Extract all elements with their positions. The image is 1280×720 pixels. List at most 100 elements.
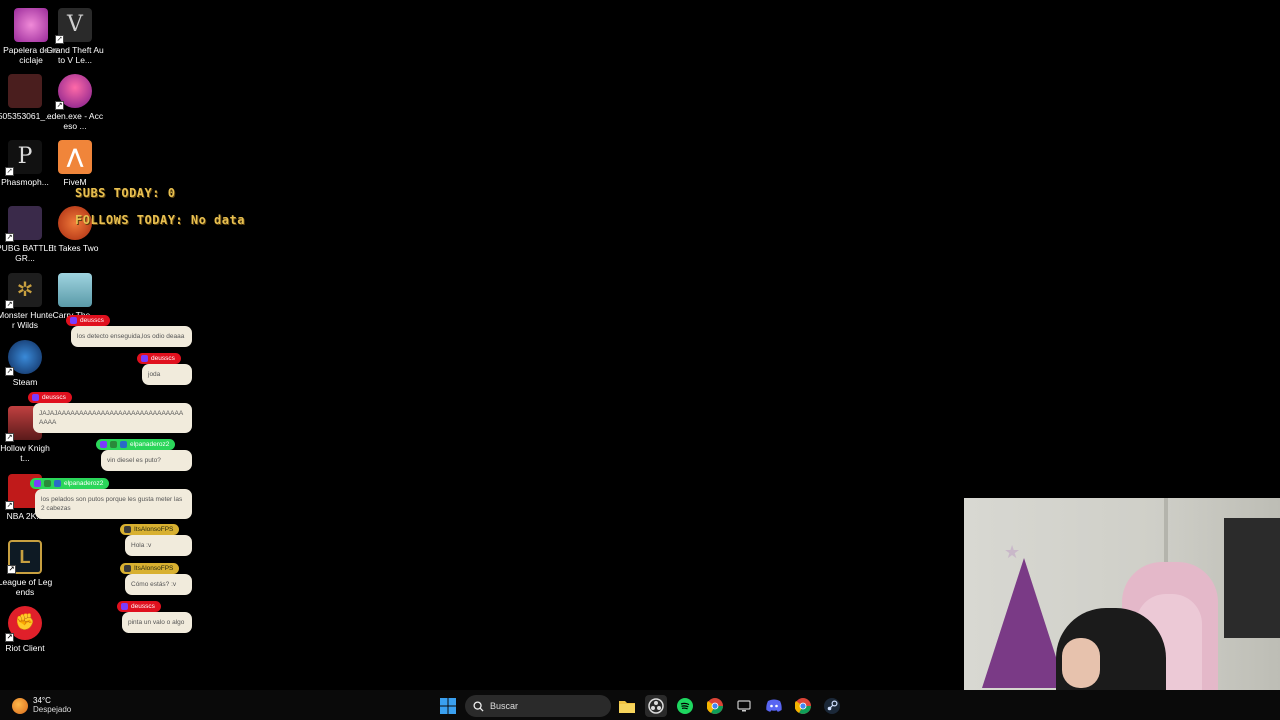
taskbar xyxy=(0,690,1280,720)
chat-badge-icon xyxy=(54,480,61,487)
chat-username-badge: elpanaderoz2 xyxy=(96,439,176,450)
chat-message-text: joda xyxy=(148,371,161,378)
gta-v-icon: V ↗ xyxy=(55,8,92,44)
chat-message-text: Cómo estás? :v xyxy=(131,581,177,588)
carry-the-icon xyxy=(58,273,92,307)
chrome-icon xyxy=(795,698,811,714)
image-file-icon xyxy=(8,74,42,108)
taskbar-chrome-2[interactable] xyxy=(792,695,814,717)
desktop-icon-label: Riot Client xyxy=(5,643,45,653)
tree-star-icon: ★ xyxy=(1004,542,1021,562)
follows-today-counter: FOLLOWS TODAY: No data xyxy=(75,213,245,227)
obs-icon xyxy=(648,698,664,714)
chat-badge-icon xyxy=(44,480,51,487)
desktop-icon-steam[interactable]: ↗ Steam xyxy=(0,340,54,387)
chat-badge-icon xyxy=(110,441,117,448)
windows-logo-icon xyxy=(440,698,456,714)
monster-hunter-icon: ✲ ↗ xyxy=(5,273,42,309)
weather-widget[interactable]: 34°C Despejado xyxy=(12,696,71,715)
chat-message-bubble: joda xyxy=(142,364,192,385)
chat-username: ItsAlonsoFPS xyxy=(134,526,174,533)
chat-username: ItsAlonsoFPS xyxy=(134,565,174,572)
steam-icon: ↗ xyxy=(5,340,42,376)
chat-message-bubble: JAJAJAAAAAAAAAAAAAAAAAAAAAAAAAAAAAAAAA xyxy=(33,403,192,433)
chat-message-text: Hola :v xyxy=(131,542,152,549)
chat-message-bubble: pinta un valo o algo xyxy=(122,612,192,633)
riot-client-icon: ✊ ↗ xyxy=(5,606,42,642)
desktop-icon-riot-client[interactable]: ✊ ↗ Riot Client xyxy=(0,606,54,653)
pubg-icon: ↗ xyxy=(5,206,42,242)
subs-today-counter: SUBS TODAY: 0 xyxy=(75,186,176,200)
chat-message-text: JAJAJAAAAAAAAAAAAAAAAAAAAAAAAAAAAAAAAA xyxy=(39,410,184,426)
chat-username-badge: ItsAlonsoFPS xyxy=(120,524,180,535)
taskbar-steam[interactable] xyxy=(821,695,843,717)
chat-message-text: los pelados son putos porque les gusta m… xyxy=(41,496,183,512)
chat-username: deusscs xyxy=(80,317,104,324)
desktop-icon-label: eden.exe - Acceso ... xyxy=(46,111,104,131)
taskbar-search[interactable]: Buscar xyxy=(465,695,611,717)
weather-description: Despejado xyxy=(33,705,72,714)
desktop-icon-league[interactable]: L ↗ League of Legends xyxy=(0,540,54,597)
taskbar-app[interactable] xyxy=(733,695,755,717)
discord-icon xyxy=(766,699,782,712)
chat-username-badge: deusscs xyxy=(28,392,72,403)
chat-username: deusscs xyxy=(131,603,155,610)
chrome-icon xyxy=(707,698,723,714)
chat-badge-icon xyxy=(141,355,148,362)
chat-message-bubble: los detecto enseguida,los odio deaaa xyxy=(71,326,192,347)
chat-message-text: vin diesel es puto? xyxy=(107,457,161,464)
desktop-icon-carry-the[interactable]: Carry The... xyxy=(46,273,104,320)
taskbar-file-explorer[interactable] xyxy=(616,695,638,717)
desktop-icon-fivem[interactable]: ⋀ FiveM xyxy=(46,140,104,187)
chat-username: deusscs xyxy=(42,394,66,401)
desktop-icon-gta-v[interactable]: V ↗ Grand Theft Auto V Le... xyxy=(46,8,104,65)
chat-username: elpanaderoz2 xyxy=(130,441,170,448)
chat-badge-icon xyxy=(121,603,128,610)
chat-message-bubble: vin diesel es puto? xyxy=(101,450,192,471)
chat-username-badge: elpanaderoz2 xyxy=(30,478,110,489)
steam-icon xyxy=(824,698,840,714)
chat-badge-icon xyxy=(120,441,127,448)
background-object xyxy=(1224,518,1280,638)
streamer-face xyxy=(1062,638,1100,688)
folder-icon xyxy=(619,701,635,713)
chat-username-badge: deusscs xyxy=(117,601,161,612)
desktop-icon-label: Grand Theft Auto V Le... xyxy=(46,45,104,65)
chat-username: elpanaderoz2 xyxy=(64,480,104,487)
chat-username: deusscs xyxy=(151,355,175,362)
christmas-tree xyxy=(982,558,1066,688)
recycle-bin-icon xyxy=(14,8,48,42)
chat-badge-icon xyxy=(32,394,39,401)
webcam-feed: ★ xyxy=(964,498,1280,720)
chat-badge-icon xyxy=(124,565,131,572)
weather-sun-icon xyxy=(12,697,28,714)
desktop-icon-label: Hollow Knight... xyxy=(0,443,50,463)
chat-username-badge: deusscs xyxy=(66,315,110,326)
taskbar-obs[interactable] xyxy=(645,695,667,717)
spotify-icon xyxy=(677,698,693,714)
search-icon xyxy=(473,700,484,712)
chat-message-bubble: Cómo estás? :v xyxy=(125,574,192,595)
taskbar-chrome[interactable] xyxy=(704,695,726,717)
league-of-legends-icon: L ↗ xyxy=(7,540,42,574)
chat-username-badge: ItsAlonsoFPS xyxy=(120,563,180,574)
chat-badge-icon xyxy=(124,526,131,533)
weather-text: 34°C Despejado xyxy=(33,696,71,715)
chat-message-bubble: los pelados son putos porque les gusta m… xyxy=(35,489,192,519)
weather-temperature: 34°C xyxy=(33,696,51,705)
desktop-icon-eden[interactable]: ↗ eden.exe - Acceso ... xyxy=(46,74,104,131)
chat-badge-icon xyxy=(100,441,107,448)
taskbar-spotify[interactable] xyxy=(674,695,696,717)
chat-username-badge: deusscs xyxy=(137,353,181,364)
phasmophobia-icon: P ↗ xyxy=(5,140,42,176)
desktop-icon-label: League of Legends xyxy=(0,577,53,597)
chat-badge-icon xyxy=(34,480,41,487)
chat-message-text: pinta un valo o algo xyxy=(128,619,185,626)
search-placeholder: Buscar xyxy=(490,701,519,711)
fivem-icon: ⋀ xyxy=(58,140,92,174)
start-button[interactable] xyxy=(437,695,459,717)
chat-message-bubble: Hola :v xyxy=(125,535,192,556)
eden-exe-icon: ↗ xyxy=(55,74,92,110)
chat-badge-icon xyxy=(70,317,77,324)
taskbar-discord[interactable] xyxy=(763,695,785,717)
